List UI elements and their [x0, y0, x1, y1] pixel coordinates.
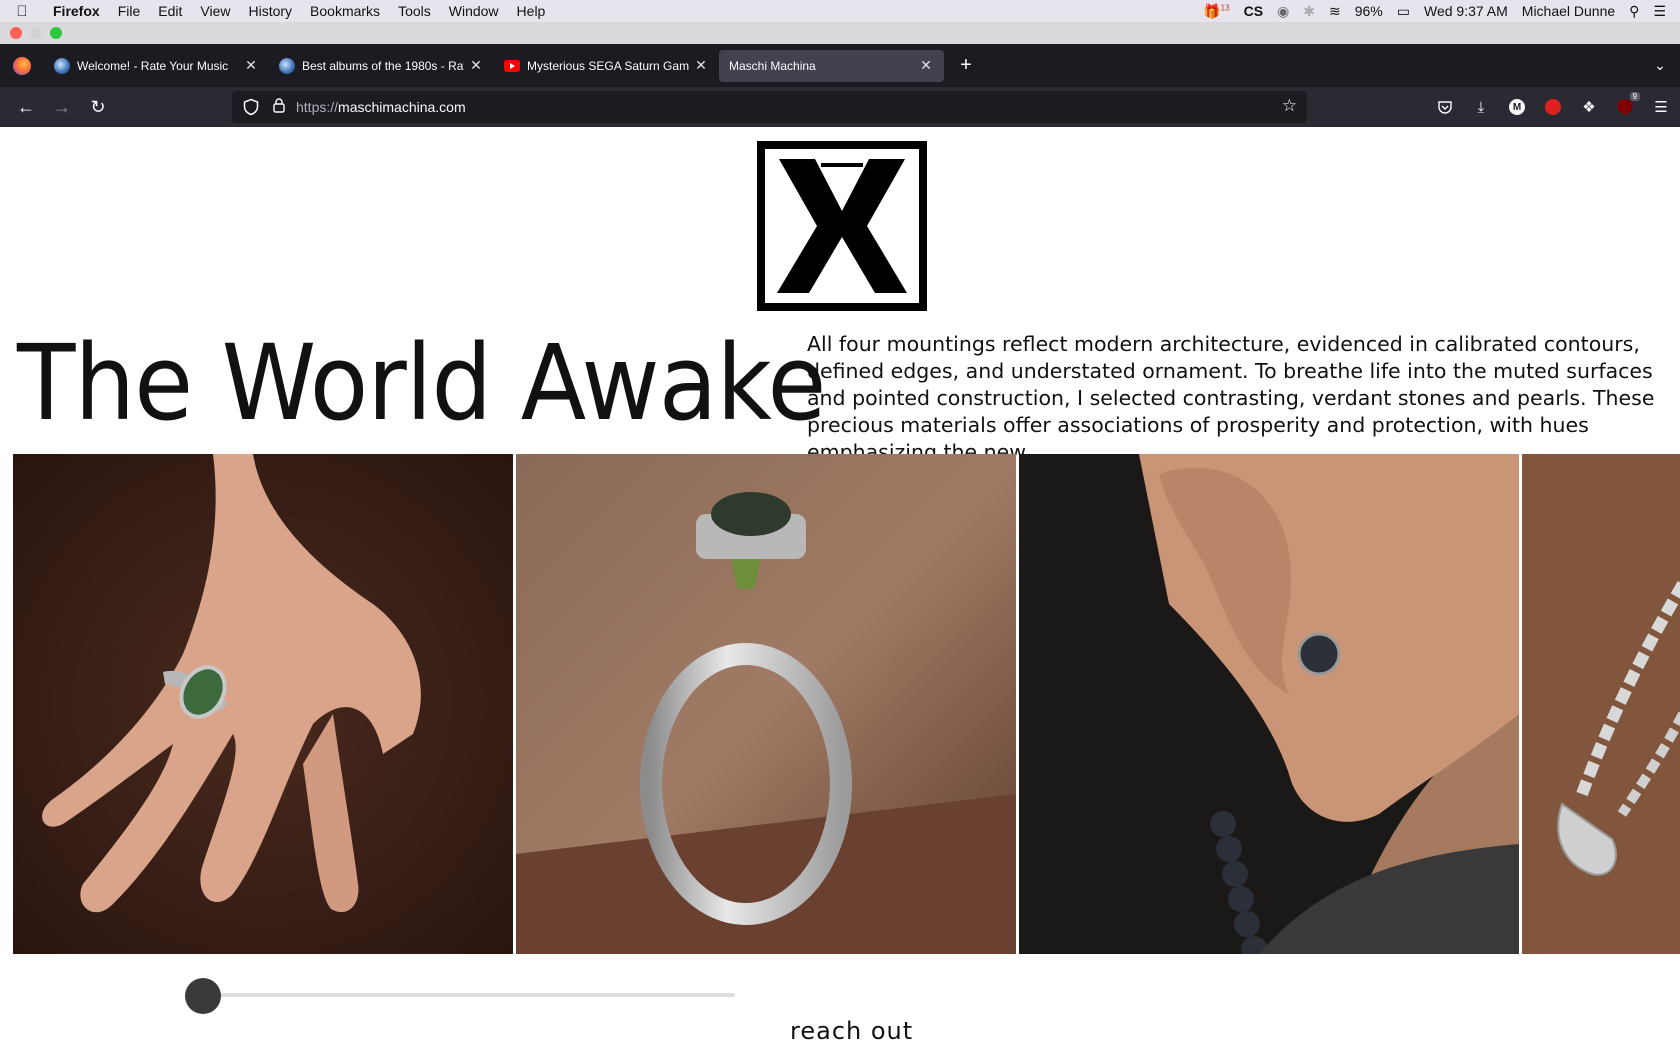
address-bar[interactable]: https://maschimachina.com ☆: [232, 91, 1307, 123]
tab-sega-saturn-games[interactable]: Mysterious SEGA Saturn Games ✕: [494, 50, 719, 82]
forward-button[interactable]: →: [44, 97, 80, 118]
close-tab-icon[interactable]: ✕: [693, 57, 709, 74]
url-scheme: https://: [296, 99, 339, 115]
window-title-strip: [0, 22, 1680, 44]
control-center-icon[interactable]: ☰: [1653, 3, 1666, 20]
spotlight-search-icon[interactable]: ⚲: [1629, 3, 1639, 20]
rym-globe-icon: [54, 57, 70, 74]
gallery-photo-ear-pearl[interactable]: [1019, 454, 1519, 954]
menu-window[interactable]: Window: [440, 3, 508, 19]
new-tab-button[interactable]: +: [950, 54, 982, 77]
tab-title: Maschi Machina: [729, 58, 816, 73]
firefox-view-button[interactable]: [0, 56, 44, 75]
ublock-origin-icon[interactable]: 9: [1614, 92, 1640, 118]
tab-rate-your-music[interactable]: Welcome! - Rate Your Music ✕: [44, 50, 269, 82]
downloads-icon[interactable]: ⤓: [1470, 96, 1492, 118]
macos-menu-bar:  Firefox File Edit View History Bookmar…: [0, 0, 1680, 22]
tab-maschi-machina[interactable]: Maschi Machina ✕: [719, 49, 944, 82]
page-content: The World Awake All four mountings refle…: [2, 127, 1680, 1050]
menu-bar-status-area: 🎁13 CS ◉ ✱ ≋ 96% ▭ Wed 9:37 AM Michael D…: [1203, 3, 1680, 20]
window-close-button[interactable]: [10, 27, 22, 39]
window-zoom-button[interactable]: [50, 27, 62, 39]
gallery-photo-ring-on-rock[interactable]: [516, 454, 1016, 954]
menu-file[interactable]: File: [109, 3, 150, 19]
tracking-protection-shield-icon[interactable]: [242, 98, 260, 116]
gallery-photo-hand-ring[interactable]: [13, 454, 513, 954]
gallery-scroll-slider[interactable]: [185, 977, 735, 1014]
lock-icon[interactable]: [270, 98, 288, 116]
tab-title: Welcome! - Rate Your Music: [77, 58, 229, 73]
back-button[interactable]: ←: [8, 97, 44, 118]
window-minimize-button[interactable]: [30, 27, 42, 39]
bluetooth-icon[interactable]: ✱: [1303, 3, 1315, 20]
rym-globe-icon: [279, 57, 295, 74]
youtube-icon: [504, 59, 520, 72]
toolbar-extensions: ⤓ M ❖ 9 ☰: [1434, 87, 1672, 127]
tab-title: Mysterious SEGA Saturn Games: [527, 58, 689, 73]
battery-percentage: 96%: [1354, 3, 1383, 19]
firefox-icon: [13, 56, 31, 75]
menu-app-firefox[interactable]: Firefox: [44, 3, 109, 19]
close-tab-icon[interactable]: ✕: [918, 57, 934, 74]
close-tab-icon[interactable]: ✕: [243, 57, 259, 74]
close-tab-icon[interactable]: ✕: [468, 57, 484, 74]
slider-thumb[interactable]: [185, 978, 221, 1014]
cs-app-icon[interactable]: CS: [1244, 3, 1263, 19]
menu-bookmarks[interactable]: Bookmarks: [301, 3, 389, 19]
url-host: maschimachina.com: [338, 99, 466, 115]
pocket-icon[interactable]: [1434, 96, 1456, 118]
extension-badge-count: 9: [1629, 92, 1640, 101]
red-extension-icon[interactable]: [1542, 96, 1564, 118]
menu-tools[interactable]: Tools: [389, 3, 440, 19]
navigation-toolbar: ← → ↻ https://maschimachina.com ☆ ⤓ M ❖ …: [0, 87, 1680, 127]
m-extension-icon[interactable]: M: [1506, 96, 1528, 118]
reach-out-link[interactable]: reach out: [790, 1017, 913, 1045]
bookmark-star-icon[interactable]: ☆: [1282, 96, 1297, 116]
menu-edit[interactable]: Edit: [149, 3, 191, 19]
notification-count: 13: [1220, 2, 1230, 12]
tab-best-albums-1980s[interactable]: Best albums of the 1980s - Rate ✕: [269, 50, 494, 82]
slider-track[interactable]: [195, 993, 735, 997]
maschi-machina-logo[interactable]: [757, 141, 927, 311]
creative-cloud-icon[interactable]: ◉: [1277, 3, 1289, 20]
menu-history[interactable]: History: [239, 3, 301, 19]
photo-gallery[interactable]: [13, 454, 1680, 954]
apple-menu-icon[interactable]: : [0, 3, 44, 20]
tab-title: Best albums of the 1980s - Rate: [302, 58, 464, 73]
collection-description: All four mountings reflect modern archit…: [807, 332, 1655, 464]
page-headline: The World Awake: [17, 322, 826, 444]
list-all-tabs-chevron-icon[interactable]: ⌄: [1640, 57, 1680, 74]
wifi-icon[interactable]: ≋: [1329, 3, 1341, 20]
menu-help[interactable]: Help: [508, 3, 555, 19]
reload-button[interactable]: ↻: [80, 97, 116, 118]
notification-gift-icon[interactable]: 🎁13: [1203, 3, 1229, 20]
extensions-puzzle-icon[interactable]: ❖: [1578, 96, 1600, 118]
menu-view[interactable]: View: [191, 3, 239, 19]
tab-strip: Welcome! - Rate Your Music ✕ Best albums…: [0, 44, 1680, 87]
battery-icon[interactable]: ▭: [1397, 3, 1410, 20]
user-name[interactable]: Michael Dunne: [1522, 3, 1615, 19]
clock[interactable]: Wed 9:37 AM: [1424, 3, 1508, 19]
gallery-photo-chain[interactable]: [1522, 454, 1680, 954]
app-menu-hamburger-icon[interactable]: ☰: [1650, 96, 1672, 118]
